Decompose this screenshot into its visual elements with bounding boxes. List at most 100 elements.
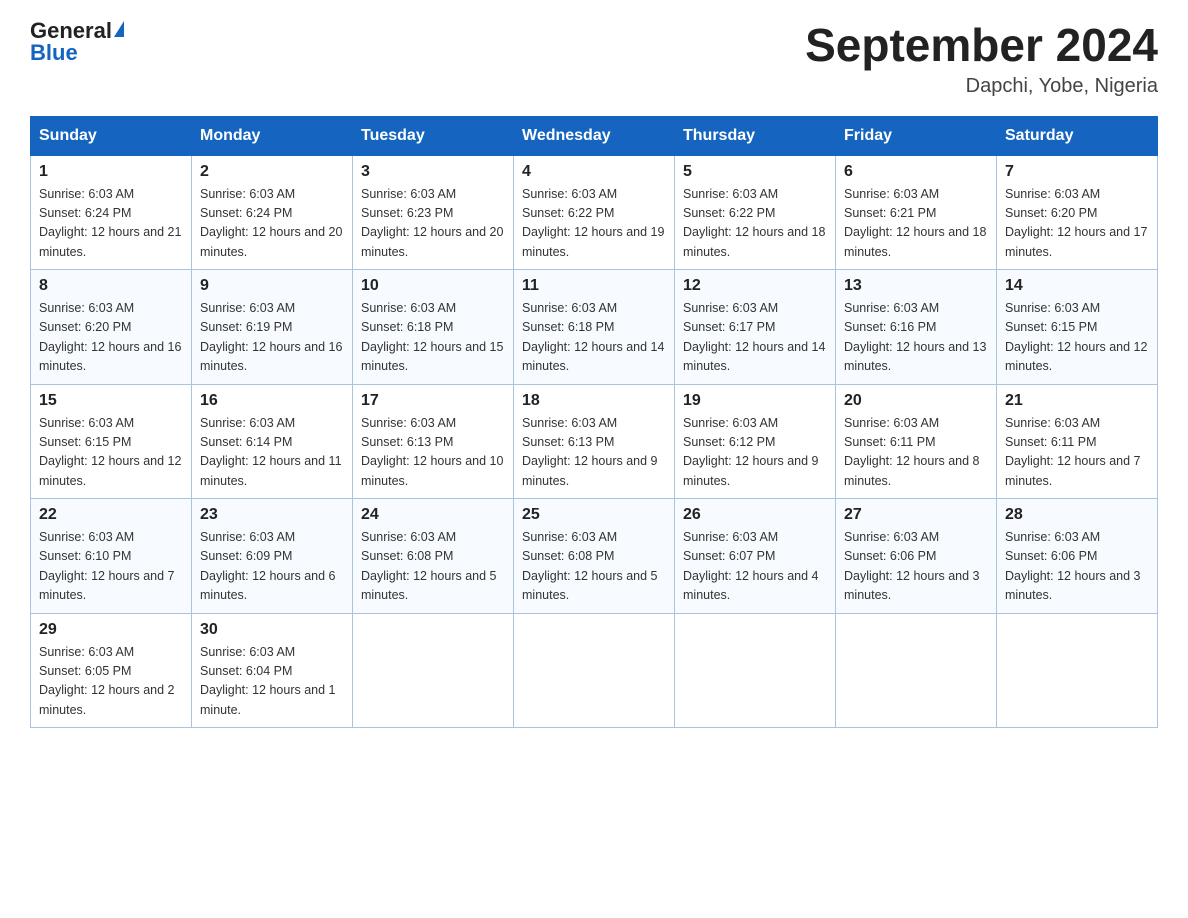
calendar-week-row: 15 Sunrise: 6:03 AMSunset: 6:15 PMDayligh… — [31, 384, 1158, 499]
day-number: 12 — [683, 277, 827, 295]
day-number: 24 — [361, 506, 505, 524]
day-info: Sunrise: 6:03 AMSunset: 6:14 PMDaylight:… — [200, 414, 344, 492]
month-year-title: September 2024 — [805, 20, 1158, 71]
calendar-cell: 22 Sunrise: 6:03 AMSunset: 6:10 PMDayligh… — [31, 499, 192, 614]
calendar-cell — [353, 613, 514, 728]
day-info: Sunrise: 6:03 AMSunset: 6:04 PMDaylight:… — [200, 643, 344, 721]
calendar-header-wednesday: Wednesday — [514, 116, 675, 155]
title-block: September 2024 Dapchi, Yobe, Nigeria — [805, 20, 1158, 98]
day-number: 11 — [522, 277, 666, 295]
day-info: Sunrise: 6:03 AMSunset: 6:16 PMDaylight:… — [844, 299, 988, 377]
calendar-cell: 16 Sunrise: 6:03 AMSunset: 6:14 PMDayligh… — [192, 384, 353, 499]
day-number: 28 — [1005, 506, 1149, 524]
day-number: 20 — [844, 392, 988, 410]
day-info: Sunrise: 6:03 AMSunset: 6:19 PMDaylight:… — [200, 299, 344, 377]
day-info: Sunrise: 6:03 AMSunset: 6:05 PMDaylight:… — [39, 643, 183, 721]
calendar-cell: 9 Sunrise: 6:03 AMSunset: 6:19 PMDaylight… — [192, 270, 353, 385]
day-number: 22 — [39, 506, 183, 524]
calendar-cell: 14Sunrise: 6:03 AMSunset: 6:15 PMDayligh… — [997, 270, 1158, 385]
calendar-cell: 11 Sunrise: 6:03 AMSunset: 6:18 PMDayligh… — [514, 270, 675, 385]
logo: General Blue — [30, 20, 124, 64]
calendar-cell: 20 Sunrise: 6:03 AMSunset: 6:11 PMDayligh… — [836, 384, 997, 499]
day-number: 19 — [683, 392, 827, 410]
day-number: 2 — [200, 163, 344, 181]
calendar-cell: 17 Sunrise: 6:03 AMSunset: 6:13 PMDayligh… — [353, 384, 514, 499]
day-number: 21 — [1005, 392, 1149, 410]
day-number: 6 — [844, 163, 988, 181]
calendar-cell: 23 Sunrise: 6:03 AMSunset: 6:09 PMDayligh… — [192, 499, 353, 614]
day-info: Sunrise: 6:03 AMSunset: 6:10 PMDaylight:… — [39, 528, 183, 606]
day-info: Sunrise: 6:03 AMSunset: 6:06 PMDaylight:… — [844, 528, 988, 606]
calendar-cell: 12 Sunrise: 6:03 AMSunset: 6:17 PMDayligh… — [675, 270, 836, 385]
calendar-week-row: 1 Sunrise: 6:03 AMSunset: 6:24 PMDaylight… — [31, 155, 1158, 270]
calendar-cell: 19 Sunrise: 6:03 AMSunset: 6:12 PMDayligh… — [675, 384, 836, 499]
day-info: Sunrise: 6:03 AMSunset: 6:08 PMDaylight:… — [361, 528, 505, 606]
calendar-cell: 5 Sunrise: 6:03 AMSunset: 6:22 PMDaylight… — [675, 155, 836, 270]
calendar-header-row: SundayMondayTuesdayWednesdayThursdayFrid… — [31, 116, 1158, 155]
calendar-cell: 8Sunrise: 6:03 AMSunset: 6:20 PMDaylight… — [31, 270, 192, 385]
calendar-cell: 4 Sunrise: 6:03 AMSunset: 6:22 PMDaylight… — [514, 155, 675, 270]
day-number: 16 — [200, 392, 344, 410]
day-info: Sunrise: 6:03 AMSunset: 6:18 PMDaylight:… — [361, 299, 505, 377]
day-info: Sunrise: 6:03 AMSunset: 6:22 PMDaylight:… — [522, 185, 666, 263]
calendar-week-row: 29 Sunrise: 6:03 AMSunset: 6:05 PMDayligh… — [31, 613, 1158, 728]
calendar-cell: 26 Sunrise: 6:03 AMSunset: 6:07 PMDayligh… — [675, 499, 836, 614]
calendar-header-thursday: Thursday — [675, 116, 836, 155]
calendar-cell — [836, 613, 997, 728]
day-info: Sunrise: 6:03 AMSunset: 6:08 PMDaylight:… — [522, 528, 666, 606]
day-number: 17 — [361, 392, 505, 410]
calendar-cell: 29 Sunrise: 6:03 AMSunset: 6:05 PMDayligh… — [31, 613, 192, 728]
calendar-cell: 6 Sunrise: 6:03 AMSunset: 6:21 PMDaylight… — [836, 155, 997, 270]
day-number: 23 — [200, 506, 344, 524]
calendar-cell: 15 Sunrise: 6:03 AMSunset: 6:15 PMDayligh… — [31, 384, 192, 499]
logo-blue-text: Blue — [30, 42, 78, 64]
calendar-cell: 25 Sunrise: 6:03 AMSunset: 6:08 PMDayligh… — [514, 499, 675, 614]
day-number: 5 — [683, 163, 827, 181]
calendar-cell: 13Sunrise: 6:03 AMSunset: 6:16 PMDayligh… — [836, 270, 997, 385]
day-number: 3 — [361, 163, 505, 181]
day-number: 26 — [683, 506, 827, 524]
day-number: 27 — [844, 506, 988, 524]
day-info: Sunrise: 6:03 AMSunset: 6:13 PMDaylight:… — [361, 414, 505, 492]
logo-triangle-icon — [114, 21, 124, 37]
day-info: Sunrise: 6:03 AMSunset: 6:06 PMDaylight:… — [1005, 528, 1149, 606]
day-info: Sunrise: 6:03 AMSunset: 6:21 PMDaylight:… — [844, 185, 988, 263]
day-info: Sunrise: 6:03 AMSunset: 6:22 PMDaylight:… — [683, 185, 827, 263]
calendar-header-friday: Friday — [836, 116, 997, 155]
day-info: Sunrise: 6:03 AMSunset: 6:24 PMDaylight:… — [200, 185, 344, 263]
day-info: Sunrise: 6:03 AMSunset: 6:23 PMDaylight:… — [361, 185, 505, 263]
calendar-cell: 1Sunrise: 6:03 AMSunset: 6:24 PMDaylight… — [31, 155, 192, 270]
calendar-cell: 21Sunrise: 6:03 AMSunset: 6:11 PMDayligh… — [997, 384, 1158, 499]
day-info: Sunrise: 6:03 AMSunset: 6:07 PMDaylight:… — [683, 528, 827, 606]
calendar-cell: 18Sunrise: 6:03 AMSunset: 6:13 PMDayligh… — [514, 384, 675, 499]
calendar-cell: 28 Sunrise: 6:03 AMSunset: 6:06 PMDayligh… — [997, 499, 1158, 614]
day-number: 25 — [522, 506, 666, 524]
day-number: 10 — [361, 277, 505, 295]
day-info: Sunrise: 6:03 AMSunset: 6:11 PMDaylight:… — [844, 414, 988, 492]
day-info: Sunrise: 6:03 AMSunset: 6:17 PMDaylight:… — [683, 299, 827, 377]
day-info: Sunrise: 6:03 AMSunset: 6:12 PMDaylight:… — [683, 414, 827, 492]
calendar-header-saturday: Saturday — [997, 116, 1158, 155]
day-number: 4 — [522, 163, 666, 181]
day-info: Sunrise: 6:03 AMSunset: 6:15 PMDaylight:… — [39, 414, 183, 492]
day-info: Sunrise: 6:03 AMSunset: 6:13 PMDaylight:… — [522, 414, 666, 492]
day-number: 7 — [1005, 163, 1149, 181]
calendar-cell: 3 Sunrise: 6:03 AMSunset: 6:23 PMDaylight… — [353, 155, 514, 270]
day-info: Sunrise: 6:03 AMSunset: 6:18 PMDaylight:… — [522, 299, 666, 377]
day-number: 29 — [39, 621, 183, 639]
calendar-cell: 27 Sunrise: 6:03 AMSunset: 6:06 PMDayligh… — [836, 499, 997, 614]
day-info: Sunrise: 6:03 AMSunset: 6:15 PMDaylight:… — [1005, 299, 1149, 377]
calendar-cell: 30Sunrise: 6:03 AMSunset: 6:04 PMDayligh… — [192, 613, 353, 728]
calendar-cell: 7Sunrise: 6:03 AMSunset: 6:20 PMDaylight… — [997, 155, 1158, 270]
calendar-header-sunday: Sunday — [31, 116, 192, 155]
calendar-week-row: 22 Sunrise: 6:03 AMSunset: 6:10 PMDayligh… — [31, 499, 1158, 614]
logo-general-text: General — [30, 20, 112, 42]
day-info: Sunrise: 6:03 AMSunset: 6:09 PMDaylight:… — [200, 528, 344, 606]
calendar-cell — [675, 613, 836, 728]
day-number: 9 — [200, 277, 344, 295]
calendar-cell: 24 Sunrise: 6:03 AMSunset: 6:08 PMDayligh… — [353, 499, 514, 614]
day-number: 8 — [39, 277, 183, 295]
day-number: 15 — [39, 392, 183, 410]
calendar-cell — [514, 613, 675, 728]
day-number: 1 — [39, 163, 183, 181]
